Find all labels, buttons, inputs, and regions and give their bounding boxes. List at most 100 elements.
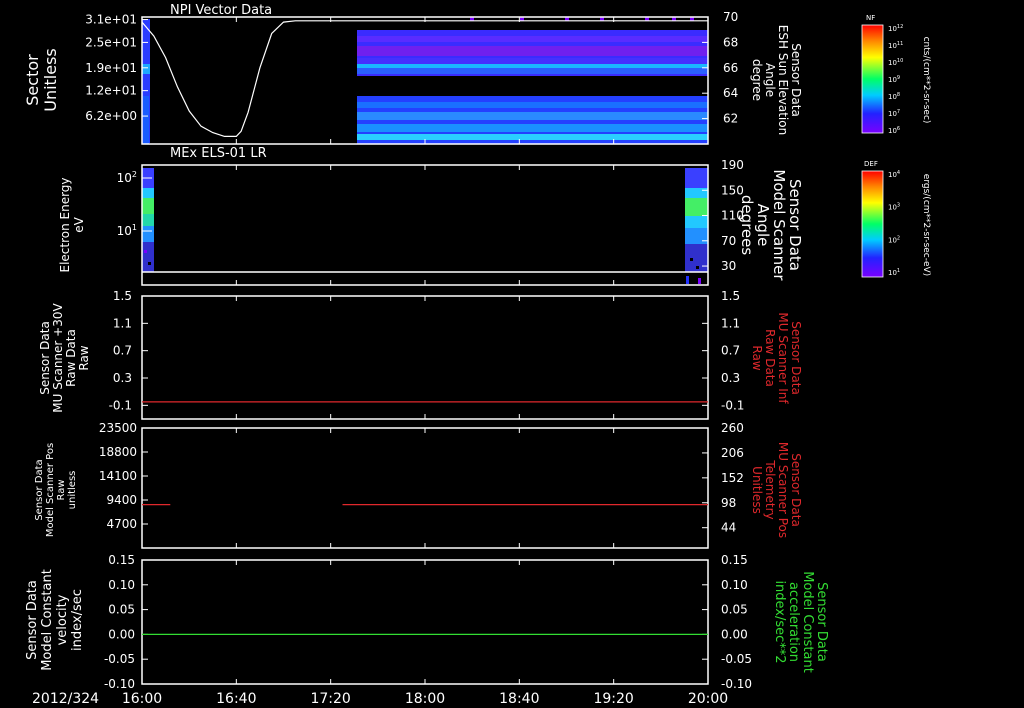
multi-panel-plot: NPI Vector Data 3.1e+012.5e+011.9e+011.2… (23, 3, 931, 707)
p4-ylabel-left-2: Model Scanner Pos (45, 443, 56, 537)
colorbar-def-gradient (862, 171, 883, 277)
colorbar-tick-label: 1010 (888, 58, 903, 67)
panel-mu-raw-frame (141, 295, 709, 420)
p5-ylabel-left-3: velocity (55, 594, 70, 645)
time-tick-label: 16:00 (122, 691, 162, 707)
p5-ytick-left-label: 0.10 (108, 578, 135, 592)
p3-ytick-right-label: 0.7 (721, 344, 740, 358)
panel-model-constant-frame (141, 559, 709, 685)
panel-model-constant: 0.15 0.15 0.10 0.10 0.05 0.05 0.00 0.00 -0.05 -0.… (25, 553, 829, 691)
panel-els-title: MEx ELS-01 LR (170, 146, 267, 161)
colorbar-nf-gradient (862, 25, 883, 133)
p5-ytick-right-label: 0.10 (721, 578, 748, 592)
p5-ytick-left-label: 0.15 (108, 553, 135, 567)
colorbar-tick-label: 106 (888, 126, 900, 135)
npi-ytick-right-label: 70 (723, 10, 738, 24)
panel-els-frame (141, 164, 709, 286)
colorbar-tick-label: 107 (888, 109, 900, 118)
p5-ytick-left-label: -0.05 (104, 652, 135, 666)
npi-ytick-left-label: 2.5e+01 (85, 35, 137, 49)
npi-ytick-right-label: 62 (723, 112, 738, 126)
npi-spectrogram (142, 17, 708, 144)
p5-ylabel-left-1: Sensor Data (25, 580, 40, 660)
npi-ytick-right-label: 64 (723, 86, 738, 100)
p5-ytick-right-label: -0.05 (721, 652, 752, 666)
p3-ytick-right-label: -0.1 (721, 398, 744, 412)
p4-ytick-left-label: 18800 (99, 445, 137, 459)
p4-ylabel-left-4: unitless (67, 471, 78, 510)
p5-ytick-right-label: 0.15 (721, 553, 748, 567)
p5-ylabel-right-2: Model Constant (800, 571, 815, 673)
p3-ytick-left-label: -0.1 (109, 398, 132, 412)
p4-ytick-left-label: 14100 (99, 469, 137, 483)
p3-ylabel-right-4: Raw (750, 345, 764, 370)
p4-ytick-right-label: 260 (721, 421, 744, 435)
p5-ytick-left-label: 0.05 (108, 603, 135, 617)
colorbar-tick-label: 1011 (888, 41, 903, 50)
time-tick-label: 18:40 (499, 691, 539, 707)
p4-ytick-right-label: 98 (721, 496, 736, 510)
colorbar-tick-label: 103 (888, 203, 900, 212)
npi-ytick-left-label: 6.2e+00 (85, 109, 137, 123)
p4-ytick-right-label: 206 (721, 446, 744, 460)
colorbar-tick-label: 1012 (888, 24, 903, 33)
els-ylabel-left-2: eV (72, 216, 86, 232)
npi-ylabel-right-1: Sensor Data (789, 43, 803, 117)
p4-ytick-left-label: 9400 (106, 493, 137, 507)
p3-ytick-right-label: 1.1 (721, 316, 740, 330)
npi-ylabel-right-4: degree (750, 59, 764, 101)
time-tick-label: 18:00 (405, 691, 445, 707)
colorbar-tick-label: 108 (888, 92, 900, 101)
p5-ytick-left-label: -0.10 (104, 677, 135, 691)
p3-ylabel-right-2: MU Scanner Inf (776, 312, 790, 404)
p5-ylabel-left-4: index/sec (70, 589, 85, 651)
p3-ytick-left-label: 0.3 (113, 371, 132, 385)
npi-ytick-right-label: 66 (723, 61, 738, 75)
p5-ylabel-right-3: acceleration (786, 582, 801, 662)
colorbar-def-title: DEF (864, 160, 878, 168)
panel-els: MEx ELS-01 LR 102 101 1901501107030 Elec… (58, 146, 804, 286)
p4-ytick-right-label: 44 (721, 521, 736, 535)
p3-ylabel-right-3: Raw Data (763, 329, 777, 387)
els-ylabel-right-4: degrees (738, 195, 756, 256)
els-ytick-right-label: 70 (721, 234, 736, 248)
p3-ylabel-right-1: Sensor Data (789, 321, 803, 395)
p3-ytick-right-label: 1.5 (721, 289, 740, 303)
colorbar-tick-label: 109 (888, 75, 900, 84)
p5-ytick-right-label: -0.10 (721, 677, 752, 691)
panel-scanner-pos: 23500 18800 14100 9400 4700 260 206 152 98 44 Se… (34, 421, 803, 549)
time-tick-label: 17:20 (310, 691, 350, 707)
p4-ylabel-right-4: Unitless (750, 466, 764, 514)
p3-ylabel-left-3: Raw Data (64, 329, 78, 387)
colorbar-def-unit: ergs/(cm**2-sr-sec-eV) (921, 174, 931, 276)
els-ytick-100: 102 (117, 170, 137, 185)
p4-ylabel-left-3: Raw (56, 479, 67, 500)
date-label: 2012/324 (32, 691, 99, 707)
colorbar-tick-label: 102 (888, 235, 900, 244)
npi-ylabel-left-1: Sector (23, 54, 42, 106)
npi-ytick-left-label: 1.2e+01 (85, 84, 137, 98)
panel-npi: NPI Vector Data 3.1e+012.5e+011.9e+011.2… (23, 3, 803, 145)
panel-npi-title: NPI Vector Data (170, 3, 272, 18)
els-ylabel-left-1: Electron Energy (58, 177, 72, 272)
colorbar-tick-label: 101 (888, 268, 900, 277)
colorbar-def: DEF 104 103 102 101 ergs/(cm**2-sr-sec-eV) (861, 160, 931, 278)
p5-ylabel-left-2: Model Constant (40, 569, 55, 671)
p5-ylabel-right-1: Sensor Data (814, 582, 829, 662)
p5-ytick-right-label: 0.05 (721, 603, 748, 617)
colorbar-nf-title: NF (866, 14, 875, 22)
p3-ytick-right-label: 0.3 (721, 371, 740, 385)
p4-ylabel-right-3: Telemetry (763, 459, 777, 519)
p5-ylabel-right-4: index/sec**2 (772, 580, 787, 663)
panel-mu-raw: 1.5 1.5 1.1 1.1 0.7 0.7 0.3 0.3 -0.1 -0.1 Sensor … (38, 289, 803, 420)
p3-ylabel-left-4: Raw (77, 345, 91, 370)
p3-ylabel-left-2: MU Scanner +30V (51, 303, 65, 413)
colorbar-nf-unit: cnts/(cm**2-sr-sec) (921, 37, 931, 124)
npi-ylabel-right-3: Angle (763, 63, 777, 97)
npi-ytick-left-label: 3.1e+01 (85, 13, 137, 27)
els-spectrogram (142, 168, 708, 284)
npi-ylabel-right-2: ESH Sun Elevation (776, 25, 790, 135)
p3-ytick-left-label: 1.5 (113, 289, 132, 303)
p4-ylabel-right-2: MU Scanner Pos (776, 442, 790, 538)
p4-ytick-right-label: 152 (721, 471, 744, 485)
